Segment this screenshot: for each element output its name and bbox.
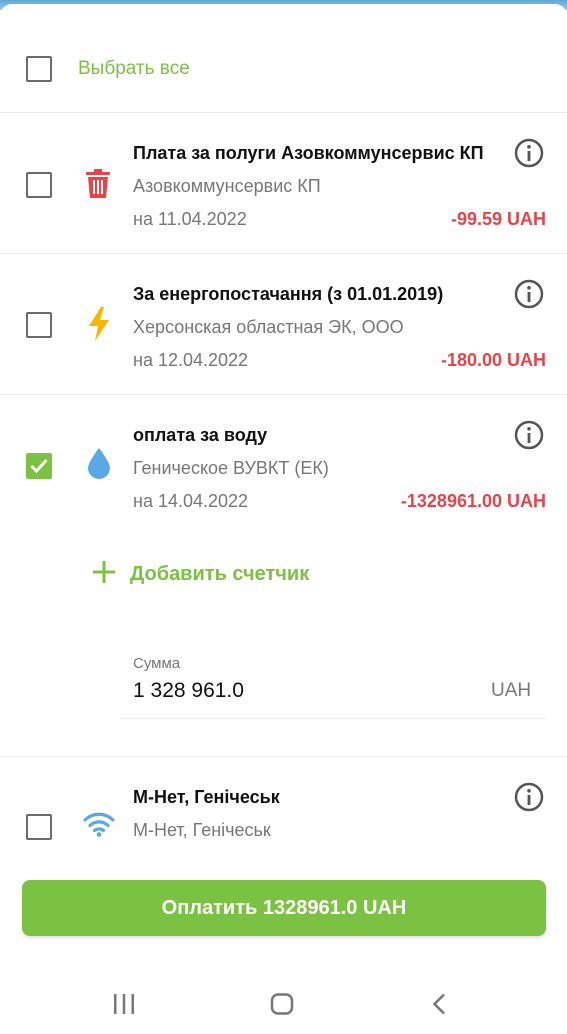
service-checkbox-1[interactable] [26,172,52,198]
service-amount: -180.00 UAH [440,350,546,370]
divider [0,112,567,113]
service-date: на 11.04.2022 [133,209,247,229]
service-date: на 12.04.2022 [133,350,249,370]
sum-label: Сумма [133,655,181,672]
service-title: За енергопостачання (з 01.01.2019) [133,284,444,304]
back-icon[interactable] [431,993,447,1020]
select-all-checkbox[interactable] [26,56,52,82]
service-provider: Геническое ВУВКТ (ЕК) [133,458,329,478]
service-amount: -1328961.00 UAH [400,491,546,511]
trash-icon [84,169,112,204]
recent-apps-icon[interactable] [112,993,136,1020]
plus-icon [92,560,116,589]
divider [0,253,567,254]
service-amount: -99.59 UAH [450,209,546,229]
sum-underline [120,718,546,719]
water-drop-icon [87,448,111,485]
home-icon[interactable] [270,993,294,1020]
lightning-icon [88,307,110,346]
service-provider: Херсонская областная ЭК, ООО [133,317,404,337]
info-icon[interactable] [514,420,544,450]
service-date: на 14.04.2022 [133,491,249,511]
service-title: Плата за полуги Азовкоммунсервис КП [133,143,484,163]
wifi-icon [83,811,115,842]
info-icon[interactable] [514,279,544,309]
divider [0,756,567,757]
navigation-bar [0,975,567,1034]
service-title: М-Нет, Генічеськ [133,787,280,807]
service-checkbox-2[interactable] [26,312,52,338]
service-checkbox-4[interactable] [26,814,52,840]
info-icon[interactable] [514,138,544,168]
pay-button[interactable]: Оплатить 1328961.0 UAH [22,880,546,936]
select-all-label[interactable]: Выбрать все [78,58,190,80]
service-provider: Азовкоммунсервис КП [133,176,321,196]
info-icon[interactable] [514,782,544,812]
sum-input[interactable]: 1 328 961.0 [133,679,244,703]
add-meter-button[interactable]: Добавить счетчик [92,560,309,589]
add-meter-label: Добавить счетчик [130,563,310,585]
scroll-fade [0,845,567,859]
service-checkbox-3[interactable] [26,453,52,479]
service-title: оплата за воду [133,425,268,445]
service-provider: М-Нет, Генічеськ [133,820,271,840]
sum-currency: UAH [491,680,532,701]
divider [0,394,567,395]
